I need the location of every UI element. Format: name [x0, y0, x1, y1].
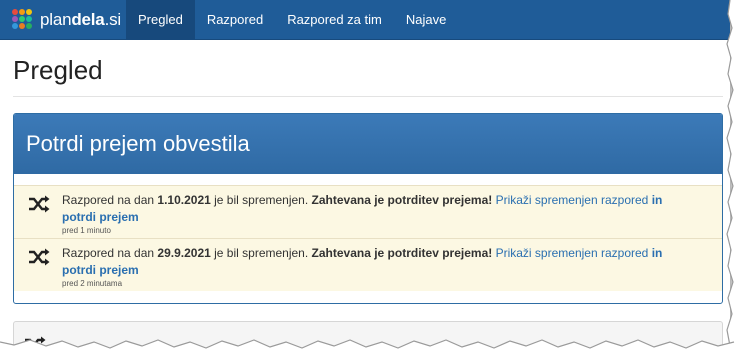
notice-mid: je bil spremenjen.: [210, 246, 312, 260]
plandela-logo-icon: [12, 9, 34, 31]
notice-time: pred 2 minutama: [62, 279, 123, 288]
notice-prefix: Razpored na dan: [62, 246, 158, 260]
brand-name-plain: plan: [40, 10, 72, 29]
torn-edge-bottom: [0, 339, 746, 355]
notice-mid: je bil spremenjen.: [210, 193, 312, 207]
brand-name-bold: dela: [71, 10, 105, 29]
notice-required: Zahtevana je potrditev prejema!: [311, 246, 493, 260]
title-divider: [13, 96, 723, 97]
nav-item-najave[interactable]: Najave: [394, 0, 458, 40]
notice-text: Razpored na dan 1.10.2021 je bil spremen…: [62, 192, 692, 226]
notice-prefix: Razpored na dan: [62, 193, 158, 207]
notice-item: Razpored na dan 29.9.2021 je bil spremen…: [14, 238, 722, 291]
nav-item-razpored[interactable]: Razpored: [195, 0, 275, 40]
shuffle-icon: [29, 195, 50, 213]
app-window: plandela.si Pregled Razpored Razpored za…: [0, 0, 730, 348]
panel-heading: Potrdi prejem obvestila: [14, 114, 722, 174]
notice-time: pred 1 minuto: [62, 226, 111, 235]
link-text: Prikaži spremenjen razpored: [495, 246, 649, 260]
brand-logo[interactable]: plandela.si: [12, 7, 121, 33]
shuffle-icon: [29, 248, 50, 266]
page-title: Pregled: [13, 55, 103, 85]
notice-date: 29.9.2021: [157, 246, 211, 260]
nav-item-pregled[interactable]: Pregled: [126, 0, 195, 40]
torn-edge-right: [722, 0, 746, 355]
brand-name-suffix: .si: [104, 10, 122, 29]
notice-required: Zahtevana je potrditev prejema!: [311, 193, 493, 207]
confirm-receipt-panel: Potrdi prejem obvestila Razpored na dan …: [13, 113, 723, 304]
notice-item: Razpored na dan 1.10.2021 je bil spremen…: [14, 185, 722, 238]
nav-item-razpored-za-tim[interactable]: Razpored za tim: [275, 0, 394, 40]
main-nav: Pregled Razpored Razpored za tim Najave: [126, 0, 458, 40]
link-text: Prikaži spremenjen razpored: [495, 193, 649, 207]
brand-name: plandela.si: [40, 10, 121, 30]
top-navbar: plandela.si Pregled Razpored Razpored za…: [0, 0, 730, 40]
notice-date: 1.10.2021: [157, 193, 211, 207]
notice-text: Razpored na dan 29.9.2021 je bil spremen…: [62, 245, 692, 279]
